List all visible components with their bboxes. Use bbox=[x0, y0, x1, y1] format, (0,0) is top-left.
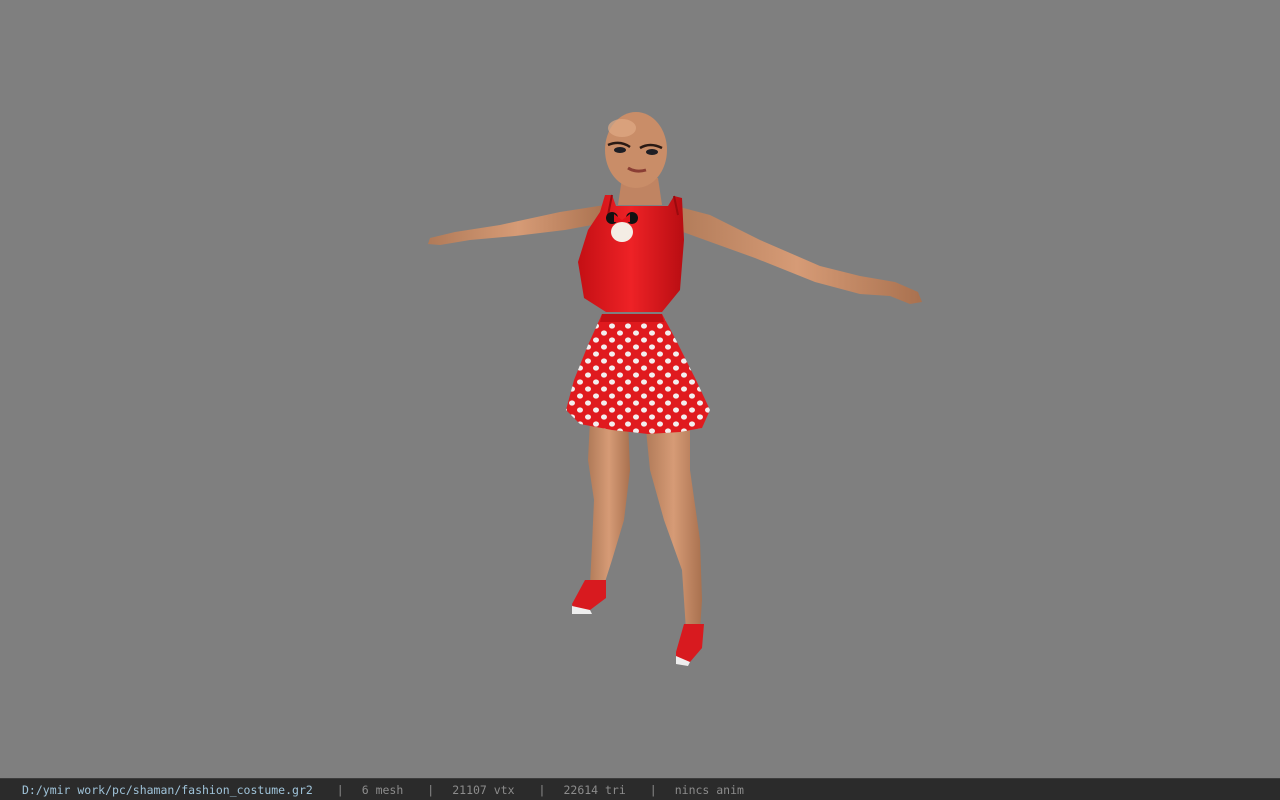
separator: | bbox=[538, 782, 546, 797]
mesh-count: 6 mesh bbox=[361, 782, 404, 797]
triangle-count: 22614 tri bbox=[563, 782, 626, 797]
vertex-count: 21107 vtx bbox=[452, 782, 515, 797]
left-arm bbox=[428, 205, 608, 245]
anim-status: nincs anim bbox=[674, 782, 744, 797]
status-bar: D:/ymir work/pc/shaman/fashion_costume.g… bbox=[0, 778, 1280, 800]
polka-dot-skirt bbox=[566, 314, 710, 434]
separator: | bbox=[336, 782, 344, 797]
separator: | bbox=[427, 782, 435, 797]
character-model bbox=[428, 112, 922, 666]
3d-viewport[interactable] bbox=[0, 0, 1280, 778]
file-path: D:/ymir work/pc/shaman/fashion_costume.g… bbox=[22, 782, 313, 797]
separator: | bbox=[649, 782, 657, 797]
head bbox=[605, 112, 667, 188]
right-arm bbox=[672, 205, 922, 304]
